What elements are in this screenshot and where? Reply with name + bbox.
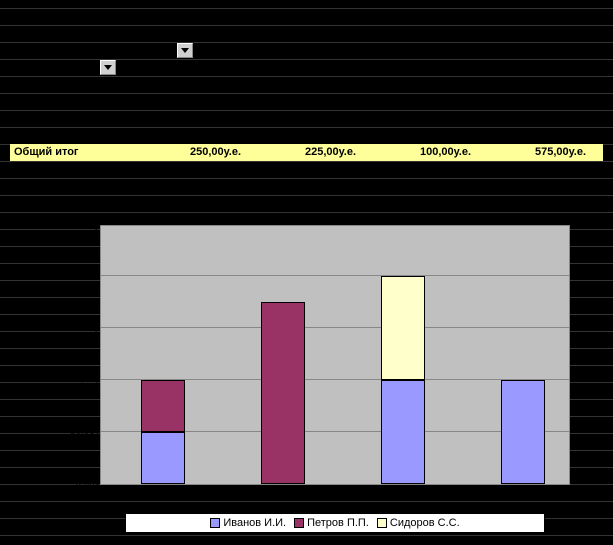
manager-label: Менеджер bbox=[124, 42, 177, 59]
pivot-table: Фирма "Сладкая Жизнь" Суммарный доход от… bbox=[10, 8, 603, 161]
legend-item-ivanov: Иванов И.И. bbox=[210, 517, 286, 529]
chart: Менеджеры-товары 0,00у.е. 50,00у.е. 100,… bbox=[45, 195, 585, 535]
grand-total-row: Общий итог 250,00у.е. 225,00у.е. 100,00у… bbox=[10, 144, 603, 161]
subtitle: Суммарный доход от продаж менеджеров bbox=[10, 25, 603, 42]
bar-ivanov bbox=[381, 380, 425, 484]
xtick-pomelo: Помело bbox=[315, 490, 405, 501]
column-headers: Товар Иванов И.И. Петров П.П. Сидоров С.… bbox=[10, 59, 603, 76]
col-total: Общий итог bbox=[475, 59, 590, 76]
company-title: Фирма "Сладкая Жизнь" bbox=[10, 8, 603, 25]
table-row: Мандарин 175,00у.е. 175,00у.е. bbox=[10, 93, 603, 110]
cell-value: 175,00у.е. bbox=[475, 93, 590, 110]
legend-item-petrov: Петров П.П. bbox=[294, 517, 369, 529]
bar-ivanov bbox=[141, 432, 185, 484]
grand-v2: 225,00у.е. bbox=[245, 144, 360, 161]
xtick-finiki: Финики bbox=[435, 490, 525, 501]
cell-value: 100,00у.е. bbox=[475, 127, 590, 144]
spreadsheet-container: Фирма "Сладкая Жизнь" Суммарный доход от… bbox=[0, 0, 613, 545]
cell-value: 100,00у.е. bbox=[120, 110, 245, 127]
legend-item-sidorov: Сидоров С.С. bbox=[377, 517, 460, 529]
cell-value: 100,00у.е. bbox=[360, 110, 475, 127]
plot-area bbox=[100, 225, 570, 485]
cell-value: 50,00у.е. bbox=[245, 76, 360, 93]
grand-v3: 100,00у.е. bbox=[360, 144, 475, 161]
cell-value: 50,00у.е. bbox=[120, 76, 245, 93]
swatch-icon bbox=[294, 518, 304, 528]
swatch-icon bbox=[377, 518, 387, 528]
filter-row: Сумма, у.е. Менеджер bbox=[10, 42, 603, 59]
bar-ivanov bbox=[501, 380, 545, 484]
gridline bbox=[101, 327, 569, 328]
grand-vt: 575,00у.е. bbox=[475, 144, 590, 161]
cell-value: 175,00у.е. bbox=[245, 93, 360, 110]
row-label: Лимон bbox=[10, 76, 120, 93]
grand-label: Общий итог bbox=[10, 144, 120, 161]
bar-petrov bbox=[141, 380, 185, 432]
row-label: Мандарин bbox=[10, 93, 120, 110]
cell-value: 100,00у.е. bbox=[120, 127, 245, 144]
xtick-lemon: Лимон bbox=[75, 490, 165, 501]
gridline bbox=[101, 275, 569, 276]
col-m1: Иванов И.И. bbox=[120, 59, 245, 76]
table-row: Финики 100,00у.е. 100,00у.е. bbox=[10, 127, 603, 144]
goods-dropdown[interactable] bbox=[100, 60, 116, 75]
cell-value: 100,00у.е. bbox=[475, 76, 590, 93]
bar-petrov bbox=[261, 302, 305, 484]
table-row: Лимон 50,00у.е. 50,00у.е. 100,00у.е. bbox=[10, 76, 603, 93]
cell-value: 200,00у.е. bbox=[475, 110, 590, 127]
grand-v1: 250,00у.е. bbox=[120, 144, 245, 161]
col-m3: Сидоров С.С. bbox=[360, 59, 475, 76]
swatch-icon bbox=[210, 518, 220, 528]
col-m2: Петров П.П. bbox=[245, 59, 360, 76]
chart-title: Менеджеры-товары bbox=[45, 195, 585, 209]
row-label: Помело bbox=[10, 110, 120, 127]
row-label: Финики bbox=[10, 127, 120, 144]
legend: Иванов И.И. Петров П.П. Сидоров С.С. bbox=[125, 513, 545, 533]
bar-sidorov bbox=[381, 276, 425, 380]
table-row: Помело 100,00у.е. 100,00у.е. 200,00у.е. bbox=[10, 110, 603, 127]
sum-label: Сумма, у.е. bbox=[10, 42, 120, 59]
manager-dropdown[interactable] bbox=[177, 43, 193, 58]
xtick-mandarin: Мандарин bbox=[195, 490, 285, 501]
goods-header: Товар bbox=[14, 59, 46, 76]
